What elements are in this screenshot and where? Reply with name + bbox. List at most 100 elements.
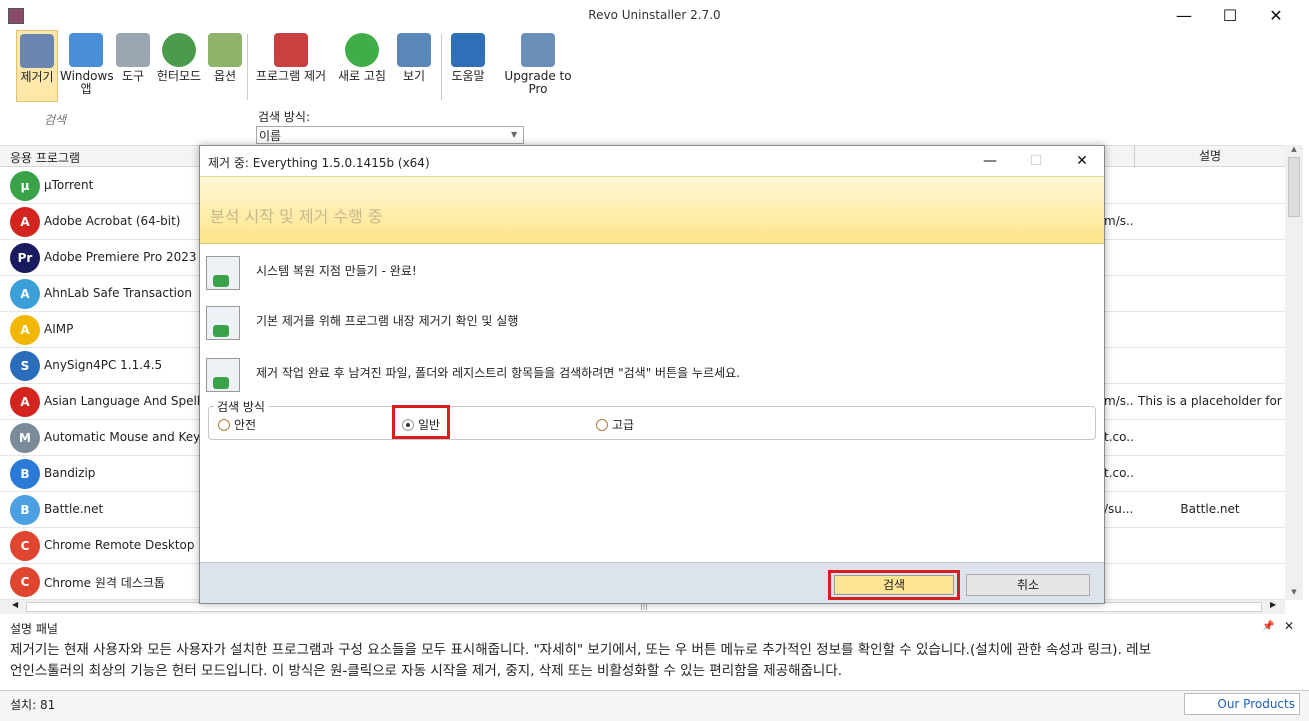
app-url: m/s... <box>1104 214 1134 228</box>
app-description: Battle.net <box>1180 502 1240 516</box>
view-icon <box>397 33 431 67</box>
radio-advanced-dot[interactable] <box>596 419 608 431</box>
hunter-mode-button[interactable]: 헌터모드 <box>152 30 206 102</box>
app-url: t.co... <box>1104 430 1134 444</box>
app-icon: A <box>10 315 40 345</box>
column-header-url[interactable] <box>1104 146 1134 168</box>
vertical-scrollbar[interactable]: ▲ ▼ <box>1285 145 1303 600</box>
uninstall-button[interactable]: 프로그램 제거 <box>252 30 330 102</box>
cancel-button[interactable]: 취소 <box>966 574 1090 596</box>
options-label: 옵션 <box>213 69 237 83</box>
search-row: 검색 방식: 이름 ▼ <box>0 104 600 144</box>
app-icon: S <box>10 351 40 381</box>
maximize-button[interactable]: ☐ <box>1210 4 1250 28</box>
app-name: Asian Language And Spelling <box>44 394 219 408</box>
tools-button[interactable]: 도구 <box>116 30 150 102</box>
title-bar: Revo Uninstaller 2.7.0 — ☐ ✕ <box>0 0 1309 32</box>
radio-safe-dot[interactable] <box>218 419 230 431</box>
description-panel: 설명 패널 📌 ✕ 제거기는 현재 사용자와 모든 사용자가 설치한 프로그램과… <box>0 618 1309 690</box>
search-method-label: 검색 방식: <box>258 110 311 124</box>
radio-advanced[interactable]: 고급 <box>596 416 634 433</box>
uninstall-dialog: 제거 중: Everything 1.5.0.1415b (x64) — ☐ ✕… <box>199 145 1105 604</box>
app-name: Chrome 원격 데스크톱 <box>44 576 165 590</box>
toolbar: 제거기 Windows 앱 도구 헌터모드 옵션 프로그램 제거 새로 고침 보… <box>0 30 600 104</box>
minimize-button[interactable]: — <box>1164 4 1204 28</box>
view-button[interactable]: 보기 <box>392 30 436 102</box>
column-header-description[interactable]: 설명 <box>1134 146 1285 168</box>
radio-safe[interactable]: 안전 <box>218 416 256 433</box>
app-name: µTorrent <box>44 178 94 192</box>
scroll-left-icon[interactable]: ◀ <box>12 600 18 609</box>
app-name: Chrome Remote Desktop Ho <box>44 538 215 552</box>
app-icon: Pr <box>10 243 40 273</box>
panel-close-icon[interactable]: ✕ <box>1284 619 1294 633</box>
dialog-footer: 검색 취소 <box>200 562 1104 603</box>
app-name: AIMP <box>44 322 74 336</box>
uninstall-label: 프로그램 제거 <box>255 69 327 83</box>
app-icon: A <box>10 279 40 309</box>
app-name: Adobe Acrobat (64-bit) <box>44 214 181 228</box>
app-url: /su... <box>1104 502 1134 516</box>
pin-icon[interactable]: 📌 <box>1262 621 1274 632</box>
app-icon: A <box>10 207 40 237</box>
scroll-down-icon[interactable]: ▼ <box>1285 588 1303 600</box>
target-icon <box>162 33 196 67</box>
scroll-thumb[interactable] <box>1288 157 1300 217</box>
app-description: This is a placeholder for ... <box>1138 394 1282 408</box>
app-name: Bandizip <box>44 466 96 480</box>
search-method-select[interactable]: 이름 ▼ <box>256 126 524 144</box>
refresh-button[interactable]: 새로 고침 <box>334 30 390 102</box>
app-url: m/s... <box>1104 394 1134 408</box>
app-name: Battle.net <box>44 502 104 516</box>
app-url: t.co... <box>1104 466 1134 480</box>
description-panel-title: 설명 패널 <box>10 622 58 636</box>
scan-mode-title: 검색 방식 <box>214 398 268 415</box>
refresh-label: 새로 고침 <box>338 69 386 83</box>
search-input[interactable] <box>16 110 234 130</box>
our-products-link[interactable]: Our Products <box>1184 693 1300 715</box>
windows-apps-button[interactable]: Windows 앱 <box>60 30 114 102</box>
scroll-right-icon[interactable]: ▶ <box>1270 600 1276 609</box>
restore-point-icon <box>206 256 240 290</box>
status-bar: 설치: 81 Our Products <box>0 690 1309 721</box>
description-text: 제거기는 현재 사용자와 모든 사용자가 설치한 프로그램과 구성 요소들을 모… <box>10 640 1300 682</box>
windows-apps-label-2: 앱 <box>80 82 92 96</box>
scan-mode-group <box>208 406 1096 440</box>
app-icon: C <box>10 531 40 561</box>
close-button[interactable]: ✕ <box>1256 4 1296 28</box>
app-name: Adobe Premiere Pro 2023 <box>44 250 197 264</box>
step-restore-point: 시스템 복원 지점 만들기 - 완료! <box>206 256 1086 300</box>
help-button[interactable]: 도움말 <box>446 30 490 102</box>
uninstaller-run-icon <box>206 306 240 340</box>
step-scan-leftovers: 제거 작업 완료 후 남겨진 파일, 폴더와 레지스트리 항목들을 검색하려면 … <box>206 358 1086 402</box>
help-book-icon <box>451 33 485 67</box>
uninstaller-label: 제거기 <box>20 70 54 84</box>
upgrade-button[interactable]: Upgrade to Pro <box>494 30 582 102</box>
scroll-up-icon[interactable]: ▲ <box>1285 145 1303 157</box>
radio-advanced-label: 고급 <box>612 418 635 432</box>
upgrade-icon <box>521 33 555 67</box>
scan-icon <box>206 358 240 392</box>
app-icon: B <box>10 459 40 489</box>
toolbar-separator-2 <box>441 34 442 100</box>
search-method-value: 이름 <box>259 129 282 143</box>
step-3-text: 제거 작업 완료 후 남겨진 파일, 폴더와 레지스트리 항목들을 검색하려면 … <box>256 366 740 380</box>
step-2-text: 기본 제거를 위해 프로그램 내장 제거기 확인 및 실행 <box>256 314 519 328</box>
description-line-1: 제거기는 현재 사용자와 모든 사용자가 설치한 프로그램과 구성 요소들을 모… <box>10 642 1151 658</box>
column-header-app[interactable]: 응용 프로그램 <box>10 149 80 166</box>
app-name: Automatic Mouse and Keybo <box>44 430 216 444</box>
toolbar-separator <box>247 34 248 100</box>
step-1-text: 시스템 복원 지점 만들기 - 완료! <box>256 264 417 278</box>
dialog-minimize-button[interactable]: — <box>968 148 1012 174</box>
app-icon: B <box>10 495 40 525</box>
tools-label: 도구 <box>121 69 145 83</box>
options-button[interactable]: 옵션 <box>208 30 242 102</box>
upgrade-label: Upgrade to Pro <box>504 69 572 96</box>
dialog-close-button[interactable]: ✕ <box>1060 148 1104 174</box>
scan-highlight-box <box>828 570 960 600</box>
uninstaller-button[interactable]: 제거기 <box>16 30 58 102</box>
description-line-2: 언인스톨러의 최상의 기능은 헌터 모드입니다. 이 방식은 원-클릭으로 자동… <box>10 663 843 679</box>
installed-count: 설치: 81 <box>10 698 56 712</box>
window-title: Revo Uninstaller 2.7.0 <box>588 8 721 22</box>
app-name: AhnLab Safe Transaction <box>44 286 192 300</box>
